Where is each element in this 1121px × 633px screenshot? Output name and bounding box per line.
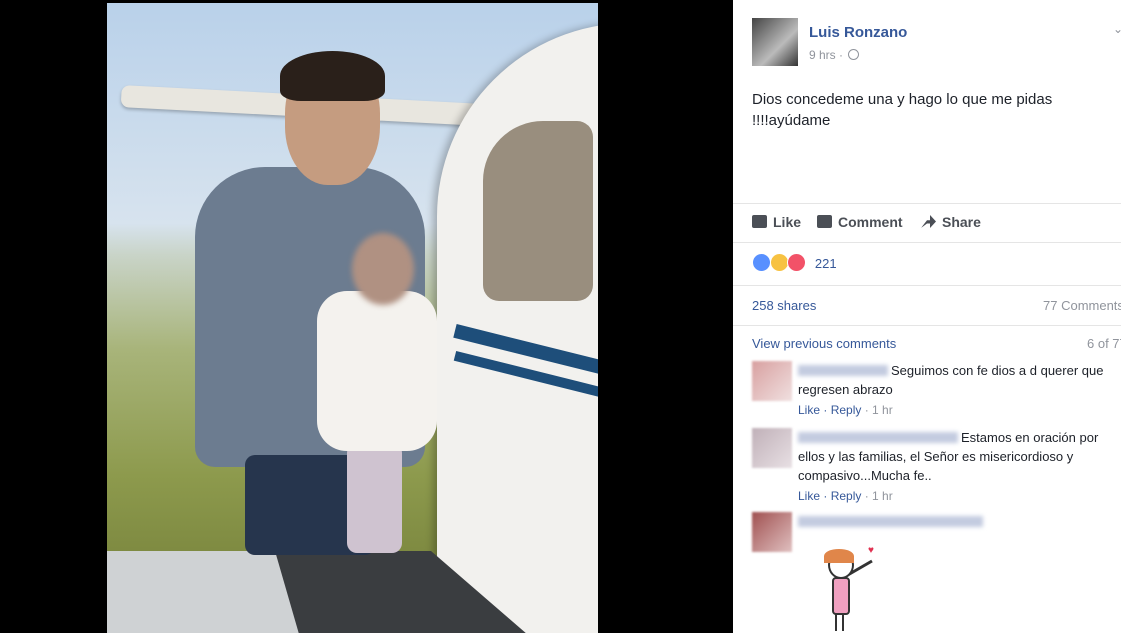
- author-avatar[interactable]: [752, 18, 798, 66]
- airplane-window: [483, 121, 593, 301]
- commenter-avatar[interactable]: [752, 361, 792, 401]
- thumbs-up-icon: [752, 215, 767, 228]
- comment-time[interactable]: · 1 hr: [865, 489, 893, 503]
- commenter-name[interactable]: [798, 516, 983, 527]
- like-link[interactable]: Like: [798, 489, 820, 503]
- author-name[interactable]: Luis Ronzano: [809, 24, 907, 41]
- divider: [733, 325, 1121, 326]
- action-bar: Like Comment Share: [733, 203, 1121, 243]
- reactions-summary[interactable]: 221: [752, 253, 837, 272]
- like-reaction-icon: [752, 253, 771, 272]
- post-sidebar: Luis Ronzano 9 hrs · ⌄ Dios concedeme un…: [733, 0, 1121, 633]
- globe-icon: [848, 49, 860, 60]
- comment-button[interactable]: Comment: [817, 214, 903, 230]
- chevron-down-icon[interactable]: ⌄: [1113, 22, 1121, 36]
- like-button[interactable]: Like: [752, 214, 801, 230]
- share-button[interactable]: Share: [921, 214, 981, 230]
- reply-link[interactable]: Reply: [831, 489, 862, 503]
- shares-link[interactable]: 258 shares: [752, 298, 816, 313]
- share-arrow-icon: [921, 215, 936, 228]
- divider: [733, 285, 1121, 286]
- post-meta: 9 hrs ·: [809, 48, 860, 62]
- like-link[interactable]: Like: [798, 403, 820, 417]
- reply-link[interactable]: Reply: [831, 403, 862, 417]
- commenter-name[interactable]: [798, 365, 888, 376]
- reaction-count: 221: [814, 256, 837, 271]
- commenter-avatar[interactable]: [752, 428, 792, 468]
- photo-viewer: [0, 0, 733, 633]
- view-previous-comments[interactable]: View previous comments: [752, 336, 896, 351]
- comment-page-count: 6 of 77: [1087, 336, 1121, 351]
- speech-bubble-icon: [817, 215, 832, 228]
- comment-sticker: ♥: [810, 545, 880, 633]
- comment-time[interactable]: · 1 hr: [865, 403, 893, 417]
- heart-icon: ♥: [868, 545, 874, 556]
- post-text: Dios concedeme una y hago lo que me pida…: [752, 91, 1053, 129]
- love-reaction-icon: [787, 253, 807, 272]
- baby-figure: [317, 233, 437, 563]
- post-photo[interactable]: [107, 3, 598, 633]
- commenter-avatar[interactable]: [752, 512, 792, 552]
- comments-count[interactable]: 77 Comments: [1043, 298, 1121, 313]
- sad-reaction-icon: [769, 253, 789, 272]
- commenter-name[interactable]: [798, 432, 958, 443]
- post-time[interactable]: 9 hrs ·: [809, 48, 846, 62]
